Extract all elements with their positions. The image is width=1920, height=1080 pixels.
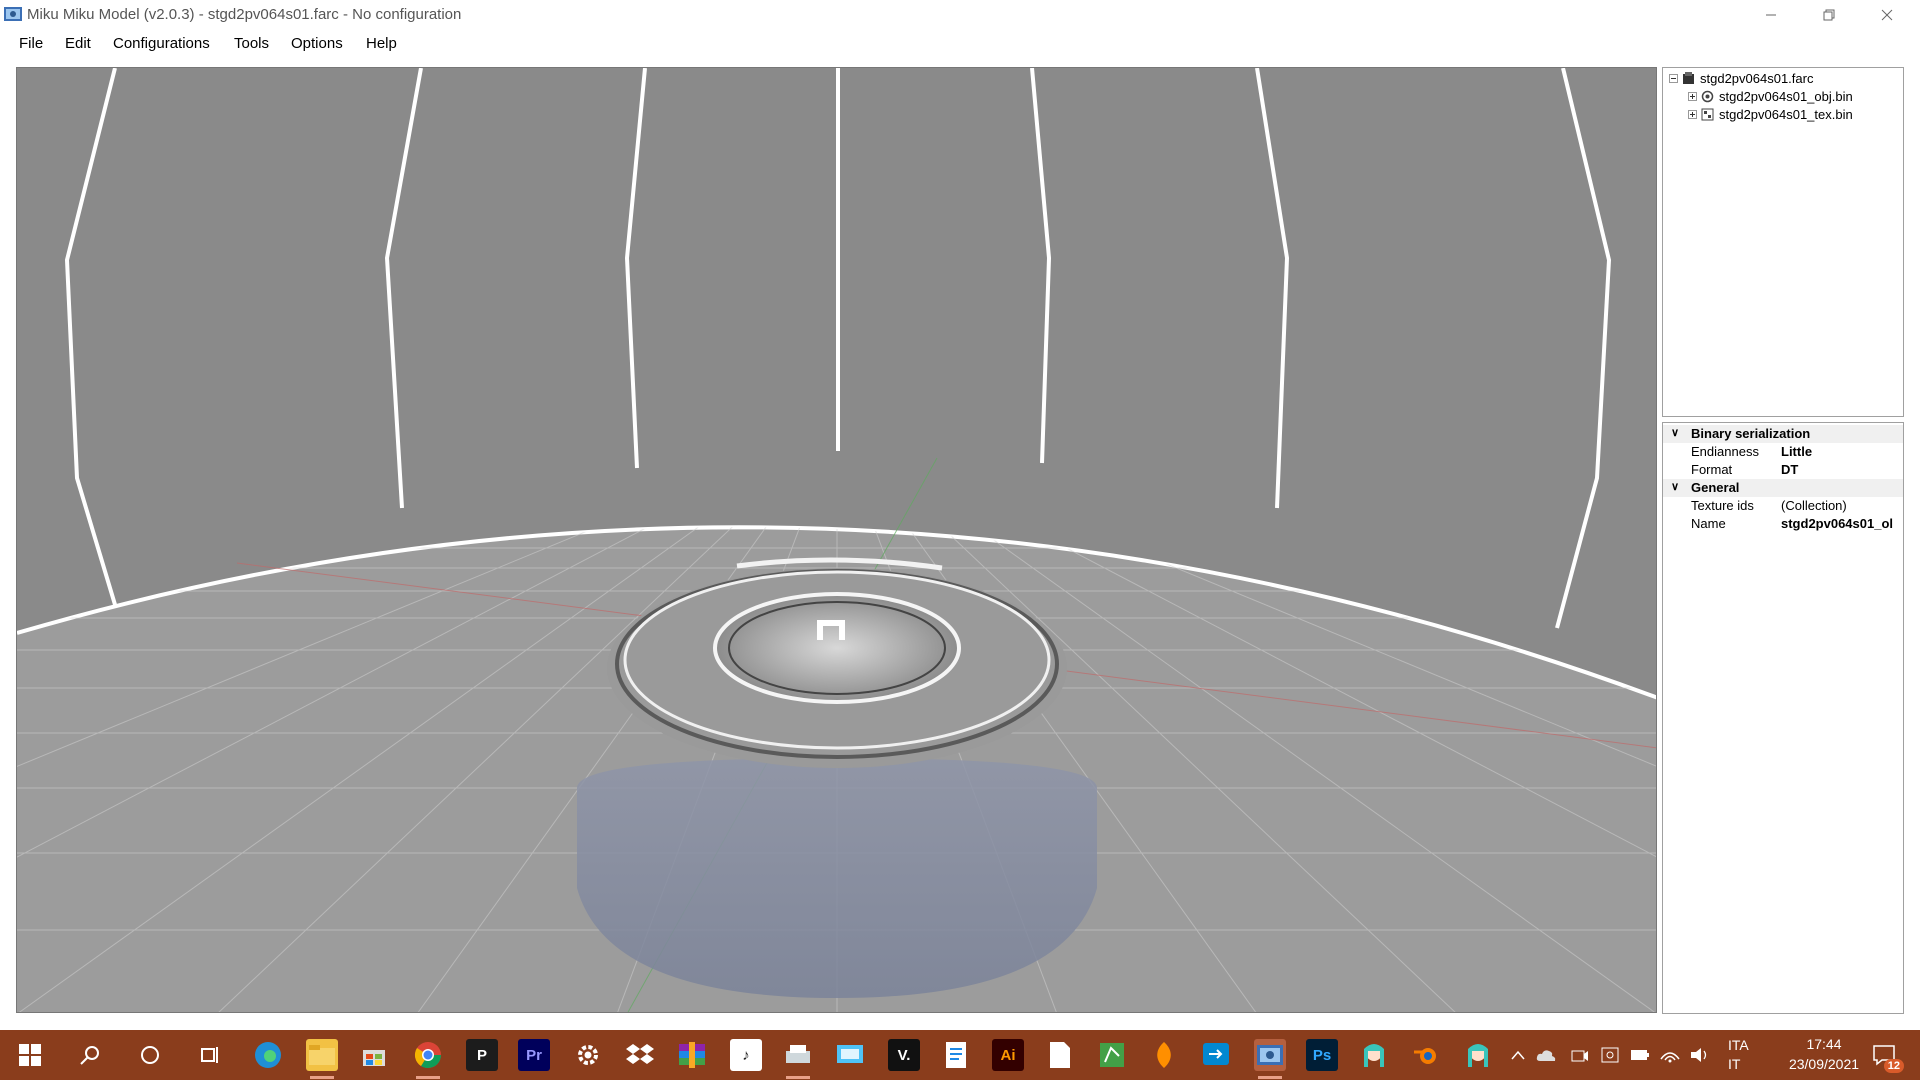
file-tree-panel: stgd2pv064s01.farc stgd2pv064s01_obj.bin…: [1662, 67, 1904, 417]
expand-icon[interactable]: [1688, 92, 1697, 101]
archive-icon: [1683, 72, 1694, 84]
search-icon[interactable]: [74, 1039, 106, 1071]
notification-center-icon[interactable]: 12: [1868, 1039, 1904, 1073]
document-icon[interactable]: [940, 1039, 972, 1071]
pedestal-shadow: [577, 758, 1097, 998]
menu-help[interactable]: Help: [366, 35, 397, 52]
menu-edit[interactable]: Edit: [65, 35, 91, 52]
input-language[interactable]: ITA IT: [1728, 1037, 1749, 1072]
v-app-icon[interactable]: V.: [888, 1039, 920, 1071]
printer-icon[interactable]: [782, 1039, 814, 1079]
dropbox-icon[interactable]: [624, 1039, 656, 1071]
close-button[interactable]: [1858, 0, 1916, 30]
category-label: General: [1691, 480, 1740, 495]
menu-bar: File Edit Configurations Tools Options H…: [0, 30, 1920, 59]
close-icon: [1881, 9, 1893, 21]
battery-icon[interactable]: [1628, 1039, 1652, 1071]
tree-child-node[interactable]: stgd2pv064s01_tex.bin: [1688, 106, 1853, 123]
miku-icon[interactable]: [1358, 1039, 1390, 1071]
collapse-icon[interactable]: [1669, 74, 1678, 83]
menu-tools[interactable]: Tools: [234, 35, 269, 52]
title-bar: Miku Miku Model (v2.0.3) - stgd2pv064s01…: [0, 0, 1920, 30]
app-icon: [4, 7, 22, 21]
camera-icon[interactable]: [1568, 1039, 1592, 1071]
chevron-up-icon[interactable]: [1506, 1039, 1530, 1071]
tree-child-label: stgd2pv064s01_obj.bin: [1719, 89, 1853, 104]
taskbar: P Pr ♪ V. Ai Ps ITA IT 17:44 23/09/2021 …: [0, 1030, 1920, 1080]
store-icon[interactable]: [358, 1039, 390, 1071]
restore-button[interactable]: [1800, 0, 1858, 30]
clock[interactable]: 17:44 23/09/2021: [1776, 1036, 1872, 1072]
maps-app-icon[interactable]: [1096, 1039, 1128, 1071]
texture-set-icon: [1701, 108, 1714, 121]
menu-file[interactable]: File: [19, 35, 43, 52]
windows-start-icon[interactable]: [14, 1039, 46, 1071]
menu-configurations[interactable]: Configurations: [113, 35, 210, 52]
settings-icon[interactable]: [572, 1039, 604, 1071]
category-binary-serialization[interactable]: ∨ Binary serialization: [1663, 425, 1903, 443]
task-view-icon[interactable]: [194, 1039, 226, 1071]
property-key: Name: [1691, 516, 1726, 531]
winrar-icon[interactable]: [676, 1039, 708, 1071]
property-key: Texture ids: [1691, 498, 1754, 513]
property-row[interactable]: Name stgd2pv064s01_ol: [1663, 515, 1903, 533]
object-set-icon: [1701, 90, 1714, 103]
property-key: Endianness: [1691, 444, 1759, 459]
center-disc: [713, 592, 961, 704]
property-value: stgd2pv064s01_ol: [1781, 516, 1894, 531]
menu-options[interactable]: Options: [291, 35, 343, 52]
tree-child-label: stgd2pv064s01_tex.bin: [1719, 107, 1853, 122]
chevron-down-icon[interactable]: ∨: [1671, 426, 1679, 439]
miku-miku-model-icon[interactable]: [1254, 1039, 1286, 1079]
property-value: (Collection): [1781, 498, 1847, 513]
chrome-icon[interactable]: [412, 1039, 444, 1079]
property-value: Little: [1781, 444, 1813, 459]
expand-icon[interactable]: [1688, 110, 1697, 119]
tree-root-label: stgd2pv064s01.farc: [1700, 71, 1814, 86]
miku-icon-2[interactable]: [1462, 1039, 1494, 1071]
cloud-icon[interactable]: [1534, 1039, 1558, 1071]
tree-root-node[interactable]: stgd2pv064s01.farc: [1669, 70, 1813, 87]
fl-studio-icon[interactable]: [1148, 1039, 1180, 1071]
clock-time: 17:44: [1806, 1036, 1842, 1052]
property-row[interactable]: Format DT: [1663, 461, 1903, 479]
minimize-icon: [1766, 14, 1776, 16]
tree-child-node[interactable]: stgd2pv064s01_obj.bin: [1688, 88, 1853, 105]
tablet-icon[interactable]: [1598, 1039, 1622, 1071]
property-value: DT: [1781, 462, 1799, 477]
property-row[interactable]: Texture ids (Collection): [1663, 497, 1903, 515]
music-app-icon[interactable]: ♪: [730, 1039, 762, 1071]
illustrator-icon[interactable]: Ai: [992, 1039, 1024, 1071]
stage-scene: [17, 68, 1656, 1012]
file-explorer-icon[interactable]: [306, 1039, 338, 1079]
clock-date: 23/09/2021: [1788, 1056, 1860, 1072]
minimize-button[interactable]: [1742, 0, 1800, 30]
category-general[interactable]: ∨ General: [1663, 479, 1903, 497]
edge-icon[interactable]: [252, 1039, 284, 1071]
cortana-icon[interactable]: [134, 1039, 166, 1071]
window-title: Miku Miku Model (v2.0.3) - stgd2pv064s01…: [27, 6, 462, 23]
chevron-down-icon[interactable]: ∨: [1671, 480, 1679, 493]
language-code: ITA: [1728, 1037, 1749, 1053]
property-key: Format: [1691, 462, 1733, 477]
property-grid: ∨ Binary serialization Endianness Little…: [1662, 422, 1904, 1014]
p-app-icon[interactable]: P: [466, 1039, 498, 1071]
wifi-icon[interactable]: [1658, 1039, 1682, 1071]
3d-viewport[interactable]: [16, 67, 1657, 1013]
photoshop-icon[interactable]: Ps: [1306, 1039, 1338, 1071]
remote-app-icon[interactable]: [1200, 1039, 1232, 1071]
blank-file-icon[interactable]: [1044, 1039, 1076, 1071]
volume-icon[interactable]: [1688, 1039, 1712, 1071]
category-label: Binary serialization: [1691, 426, 1811, 441]
monitor-app-icon[interactable]: [834, 1039, 866, 1071]
keyboard-layout: IT: [1728, 1056, 1741, 1072]
property-row[interactable]: Endianness Little: [1663, 443, 1903, 461]
blender-icon[interactable]: [1410, 1039, 1442, 1071]
notification-badge: 12: [1883, 1059, 1904, 1073]
restore-icon: [1823, 9, 1835, 21]
premiere-icon[interactable]: Pr: [518, 1039, 550, 1071]
